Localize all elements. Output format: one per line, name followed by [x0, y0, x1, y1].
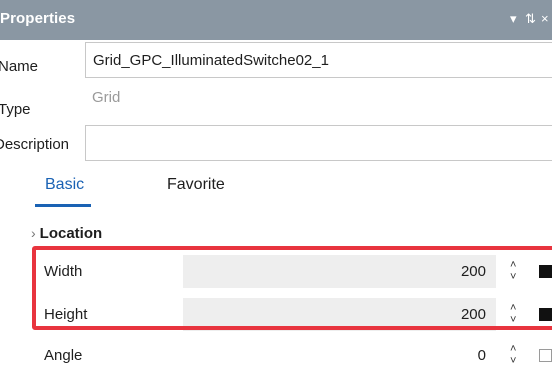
name-field[interactable]: Grid_GPC_IlluminatedSwitche02_1	[85, 42, 552, 78]
dropdown-icon[interactable]: ▾	[510, 11, 517, 27]
type-value: Grid	[92, 89, 121, 106]
description-label: Description	[0, 136, 70, 153]
type-label: Type	[0, 101, 31, 118]
tab-basic[interactable]: Basic	[45, 176, 84, 194]
panel-title: Properties	[0, 10, 76, 27]
spin-up-icon[interactable]: ˄	[510, 303, 516, 314]
spin-up-icon[interactable]: ˄	[510, 260, 516, 271]
height-input[interactable]: 200	[183, 298, 496, 331]
spin-down-icon[interactable]: ˅	[510, 356, 516, 367]
pin-icon[interactable]: ⇅	[525, 11, 536, 27]
properties-title-bar: Properties ▾ ⇅ ×	[0, 0, 552, 40]
width-input[interactable]: 200	[183, 255, 496, 288]
angle-label: Angle	[44, 347, 83, 364]
angle-input[interactable]: 0	[183, 339, 496, 372]
spin-down-icon[interactable]: ˅	[510, 272, 516, 283]
active-tab-indicator	[35, 204, 91, 207]
height-link-checkbox[interactable]	[539, 308, 552, 321]
height-label: Height	[44, 306, 88, 323]
spin-down-icon[interactable]: ˅	[510, 315, 516, 326]
tab-favorite[interactable]: Favorite	[167, 176, 225, 194]
name-label: Name	[0, 58, 39, 75]
angle-checkbox[interactable]	[539, 349, 552, 362]
location-section-header[interactable]: › Location	[31, 225, 102, 242]
section-title: Location	[39, 225, 103, 242]
spin-up-icon[interactable]: ˄	[510, 344, 516, 355]
width-link-checkbox[interactable]	[539, 265, 552, 278]
width-label: Width	[44, 263, 83, 280]
chevron-right-icon: ›	[31, 225, 36, 241]
close-icon[interactable]: ×	[541, 11, 549, 27]
description-field[interactable]	[85, 125, 552, 161]
